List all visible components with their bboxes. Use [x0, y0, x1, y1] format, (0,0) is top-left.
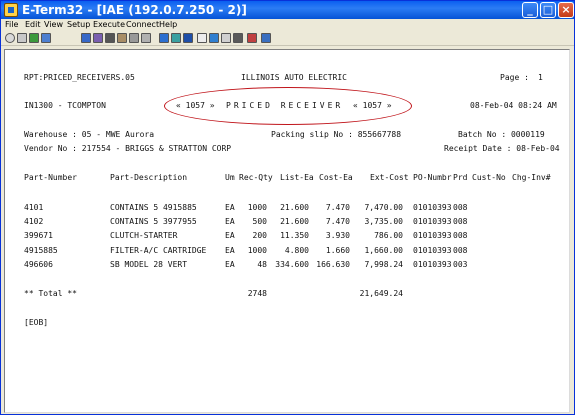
- packing-slip-info: Packing slip No : 855667788: [271, 130, 402, 139]
- disconnect-icon[interactable]: [41, 33, 51, 43]
- menu-bar: File Edit View Setup Execute Connect Hel…: [1, 19, 574, 31]
- script-icon[interactable]: [233, 33, 243, 43]
- report-datetime: 08-Feb-04 08:24 AM: [470, 101, 557, 110]
- toolbar: [1, 31, 574, 46]
- terminal-window: E-Term32 - [IAE (192.0.7.250 - 2)] _ □ ×…: [0, 0, 575, 415]
- menu-execute[interactable]: Execute: [93, 19, 125, 31]
- col-cust-no: Cust-No: [472, 173, 506, 182]
- end-of-buffer: [EOB]: [24, 318, 49, 327]
- col-list-ea: List-Ea: [280, 173, 314, 182]
- macro-icon[interactable]: [221, 33, 231, 43]
- print-icon[interactable]: [81, 33, 91, 43]
- vendor-info: Vendor No : 217554 - BRIGGS & STRATTON C…: [24, 144, 232, 153]
- page-label: Page :: [500, 73, 529, 82]
- connect-icon[interactable]: [29, 33, 39, 43]
- highlight-circle: [164, 87, 412, 125]
- total-ext-cost: 21,649.24: [359, 289, 403, 298]
- menu-edit[interactable]: Edit: [25, 19, 41, 31]
- total-label: ** Total **: [24, 289, 77, 298]
- col-ext-cost: Ext-Cost: [370, 173, 409, 182]
- open-icon[interactable]: [17, 33, 27, 43]
- col-part-description: Part-Description: [110, 173, 188, 182]
- col-chg-inv: Chg-Inv#: [512, 173, 551, 182]
- capture-icon[interactable]: [141, 33, 151, 43]
- zoom-icon[interactable]: [209, 33, 219, 43]
- col-part-number: Part-Number: [24, 173, 77, 182]
- new-session-icon[interactable]: [5, 33, 15, 43]
- app-icon[interactable]: [4, 3, 18, 17]
- menu-help[interactable]: Help: [159, 19, 177, 31]
- receive-icon[interactable]: [129, 33, 139, 43]
- total-qty: 2748: [247, 289, 267, 298]
- file-transfer-icon[interactable]: [247, 33, 257, 43]
- menu-file[interactable]: File: [5, 19, 18, 31]
- paste-icon[interactable]: [105, 33, 115, 43]
- send-icon[interactable]: [117, 33, 127, 43]
- menu-setup[interactable]: Setup: [67, 19, 90, 31]
- keyboard-icon[interactable]: [171, 33, 181, 43]
- col-cost-ea: Cost-Ea: [319, 173, 353, 182]
- menu-connect[interactable]: Connect: [126, 19, 159, 31]
- font-icon[interactable]: [197, 33, 207, 43]
- col-prd: Prd: [453, 173, 468, 182]
- company-name: ILLINOIS AUTO ELECTRIC: [241, 73, 347, 82]
- col-po-number: PO-Numbr: [413, 173, 452, 182]
- menu-view[interactable]: View: [44, 19, 63, 31]
- window-title: E-Term32 - [IAE (192.0.7.250 - 2)]: [22, 3, 247, 17]
- close-button[interactable]: ×: [558, 2, 574, 18]
- minimize-button[interactable]: _: [522, 2, 538, 18]
- user-id: IN1300 - TCOMPTON: [24, 101, 106, 110]
- color-icon[interactable]: [183, 33, 193, 43]
- help-icon[interactable]: [261, 33, 271, 43]
- receipt-date-info: Receipt Date : 08-Feb-04: [444, 144, 560, 153]
- col-rec-qty: Rec-Qty: [239, 173, 273, 182]
- title-bar[interactable]: E-Term32 - [IAE (192.0.7.250 - 2)] _ □ ×: [1, 1, 574, 19]
- terminal-screen[interactable]: RPT:PRICED_RECEIVERS.05 ILLINOIS AUTO EL…: [4, 49, 570, 413]
- maximize-button[interactable]: □: [540, 2, 556, 18]
- page-number: 1: [538, 73, 543, 82]
- report-name: RPT:PRICED_RECEIVERS.05: [24, 73, 135, 82]
- settings-icon[interactable]: [159, 33, 169, 43]
- copy-icon[interactable]: [93, 33, 103, 43]
- col-um: Um: [225, 173, 235, 182]
- batch-info: Batch No : 0000119: [458, 130, 545, 139]
- warehouse-info: Warehouse : 05 - MWE Aurora: [24, 130, 155, 139]
